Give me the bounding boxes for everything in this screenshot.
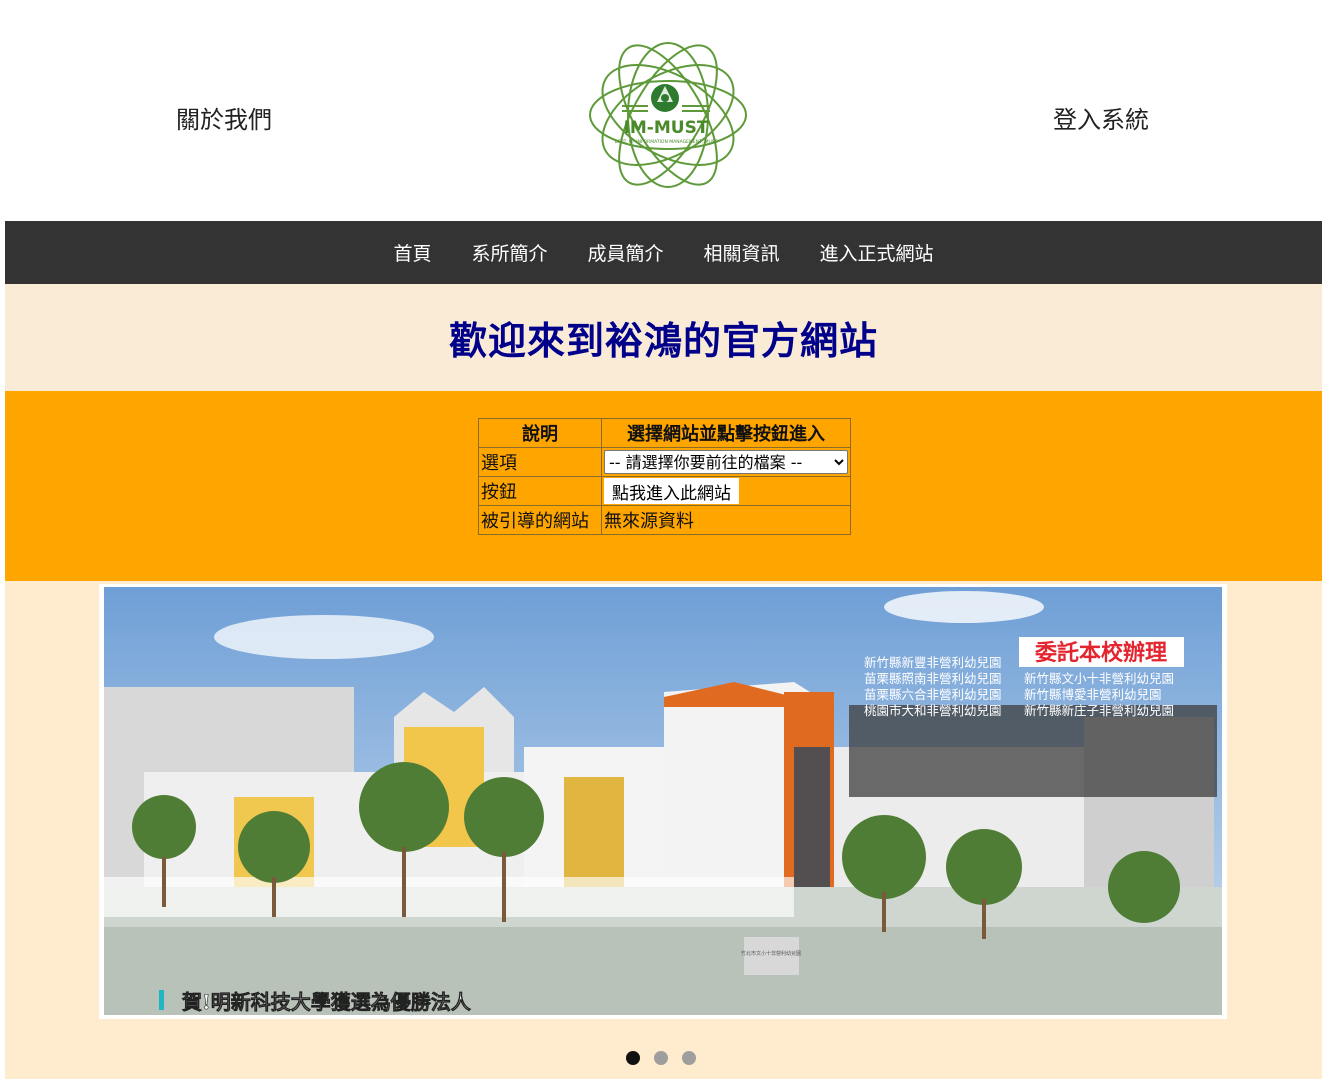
list-left-item: 苗栗縣照南非營利幼兒園 <box>864 671 1002 686</box>
enter-site-button[interactable]: 點我進入此網站 <box>604 478 739 504</box>
table-row: 按鈕 點我進入此網站 <box>478 476 851 506</box>
list-left-item: 新竹縣新豐非營利幼兒園 <box>864 655 1002 670</box>
nav-official-site[interactable]: 進入正式網站 <box>820 239 934 266</box>
navigation-form-section: 說明 選擇網站並點擊按鈕進入 選項 -- 請選擇你要前往的檔案 -- 按鈕 點我… <box>5 391 1322 581</box>
slider-dot[interactable] <box>654 1051 668 1065</box>
site-header: 關於我們 IM-MUST DEPT. OF INFORMATION MANAGE… <box>0 0 1332 221</box>
target-site-value: 無來源資料 <box>601 505 851 535</box>
slider-dots <box>626 1051 696 1065</box>
list-left-item: 苗栗縣六合非營利幼兒園 <box>864 687 1002 702</box>
site-navigation-table: 說明 選擇網站並點擊按鈕進入 選項 -- 請選擇你要前往的檔案 -- 按鈕 點我… <box>478 418 851 535</box>
nav-related-info[interactable]: 相關資訊 <box>704 239 780 266</box>
site-select[interactable]: -- 請選擇你要前往的檔案 -- <box>604 450 848 474</box>
nav-members-intro[interactable]: 成員簡介 <box>587 239 663 266</box>
table-row: 被引導的網站 無來源資料 <box>478 505 851 535</box>
kindergarten-building-image: 委託本校辦理 新竹縣新豐非營利幼兒園 苗栗縣照南非營利幼兒園 苗栗縣六合非營利幼… <box>104 587 1222 1015</box>
table-header-description: 說明 <box>478 418 602 448</box>
option-label: 選項 <box>478 447 602 477</box>
nav-department-intro[interactable]: 系所簡介 <box>471 239 547 266</box>
login-link[interactable]: 登入系統 <box>1053 100 1149 135</box>
image-slider: 委託本校辦理 新竹縣新豐非營利幼兒園 苗栗縣照南非營利幼兒園 苗栗縣六合非營利幼… <box>5 581 1322 1079</box>
logo-name: IM-MUST <box>624 118 709 138</box>
list-left-item: 桃園市大和非營利幼兒園 <box>864 703 1002 718</box>
slide-frame[interactable]: 委託本校辦理 新竹縣新豐非營利幼兒園 苗栗縣照南非營利幼兒園 苗栗縣六合非營利幼… <box>99 584 1227 1019</box>
slider-dot[interactable] <box>626 1051 640 1065</box>
logo-graphic: IM-MUST DEPT. OF INFORMATION MANAGEMENT,… <box>589 42 747 188</box>
about-us-link[interactable]: 關於我們 <box>176 100 272 135</box>
banner-title: 委託本校辦理 <box>1035 640 1167 666</box>
welcome-section: 歡迎來到裕鴻的官方網站 <box>5 284 1322 391</box>
building-sign: 竹北市文小十非營利幼兒園 <box>741 950 801 957</box>
button-cell: 點我進入此網站 <box>601 476 851 506</box>
slider-dot[interactable] <box>682 1051 696 1065</box>
button-label: 按鈕 <box>478 476 602 506</box>
main-navbar: 首頁 系所簡介 成員簡介 相關資訊 進入正式網站 <box>5 221 1322 284</box>
table-header-instruction: 選擇網站並點擊按鈕進入 <box>601 418 851 448</box>
table-header-row: 說明 選擇網站並點擊按鈕進入 <box>478 418 851 448</box>
target-site-label: 被引導的網站 <box>478 505 602 535</box>
list-right-item: 新竹縣文小十非營利幼兒園 <box>1024 671 1174 686</box>
list-right-item: 新竹縣博愛非營利幼兒園 <box>1024 687 1162 702</box>
list-right-item: 新竹縣新庄子非營利幼兒園 <box>1024 703 1174 718</box>
table-row: 選項 -- 請選擇你要前往的檔案 -- <box>478 447 851 477</box>
im-must-logo[interactable]: IM-MUST DEPT. OF INFORMATION MANAGEMENT,… <box>560 30 776 200</box>
logo-subtext: DEPT. OF INFORMATION MANAGEMENT, MUST <box>615 139 718 145</box>
option-cell: -- 請選擇你要前往的檔案 -- <box>601 447 851 477</box>
page-title: 歡迎來到裕鴻的官方網站 <box>448 319 878 363</box>
slide-caption: 賀!明新科技大學獲選為優勝法人 <box>181 990 472 1014</box>
nav-home[interactable]: 首頁 <box>393 239 431 266</box>
banner-title-badge: 委託本校辦理 <box>1019 637 1184 667</box>
